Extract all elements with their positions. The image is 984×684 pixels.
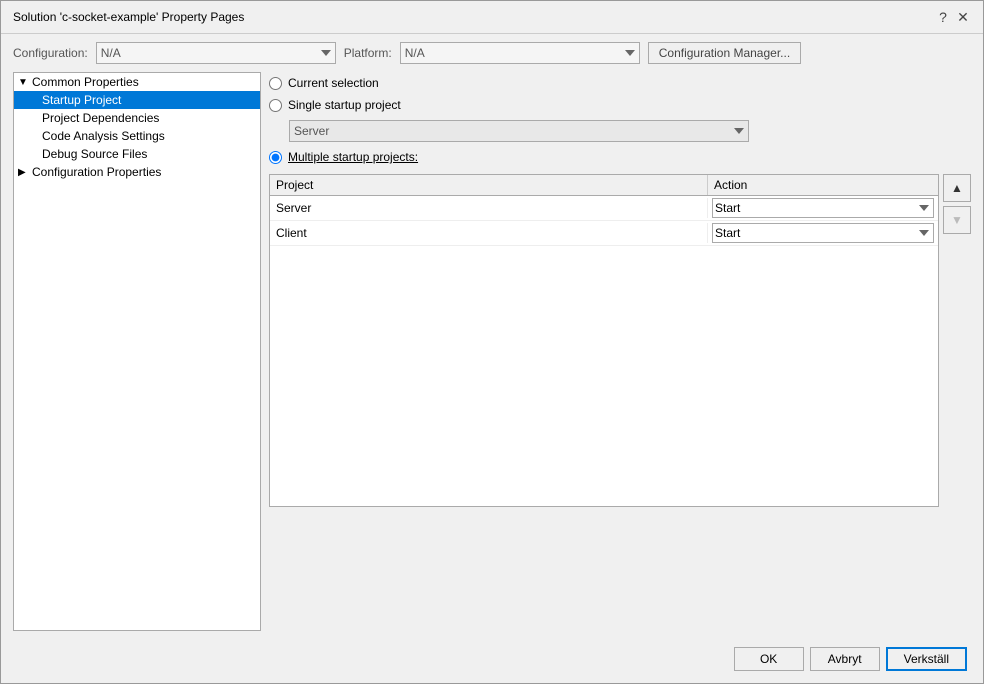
- help-button[interactable]: ?: [935, 9, 951, 25]
- collapse-arrow-icon: ▼: [18, 77, 32, 88]
- action-client: Start None Start without debugging: [708, 221, 938, 245]
- current-selection-radio[interactable]: [269, 77, 282, 90]
- title-bar: Solution 'c-socket-example' Property Pag…: [1, 1, 983, 34]
- footer: OK Avbryt Verkställ: [1, 639, 983, 683]
- multiple-startup-text: ultiple startup projects:: [298, 150, 418, 164]
- cancel-button[interactable]: Avbryt: [810, 647, 880, 671]
- configuration-select[interactable]: N/A: [96, 42, 336, 64]
- debug-source-files-label: Debug Source Files: [42, 147, 147, 161]
- right-panel: Current selection Single startup project…: [269, 72, 971, 631]
- col-project-header: Project: [270, 175, 708, 195]
- tree-panel: ▼ Common Properties Startup Project Proj…: [13, 72, 261, 631]
- platform-select[interactable]: N/A: [400, 42, 640, 64]
- tree-item-code-analysis-settings[interactable]: Code Analysis Settings: [14, 127, 260, 145]
- projects-table: Project Action Server Start None Start w…: [269, 174, 939, 507]
- tree-item-common-properties[interactable]: ▼ Common Properties: [14, 73, 260, 91]
- tree-item-startup-project[interactable]: Startup Project: [14, 91, 260, 109]
- tree-item-debug-source-files[interactable]: Debug Source Files: [14, 145, 260, 163]
- single-startup-row: Single startup project: [269, 98, 971, 112]
- project-server: Server: [270, 198, 708, 218]
- property-pages-dialog: Solution 'c-socket-example' Property Pag…: [0, 0, 984, 684]
- dialog-title: Solution 'c-socket-example' Property Pag…: [13, 10, 244, 24]
- close-button[interactable]: ✕: [955, 9, 971, 25]
- platform-label: Platform:: [344, 46, 392, 60]
- expand-arrow-icon: ▶: [18, 167, 32, 178]
- tree-item-project-dependencies[interactable]: Project Dependencies: [14, 109, 260, 127]
- action-select-server[interactable]: Start None Start without debugging: [712, 198, 934, 218]
- table-header: Project Action: [270, 175, 938, 196]
- apply-button[interactable]: Verkställ: [886, 647, 967, 671]
- title-bar-buttons: ? ✕: [935, 9, 971, 25]
- single-project-row: Server: [269, 120, 971, 142]
- project-dependencies-label: Project Dependencies: [42, 111, 159, 125]
- common-properties-label: Common Properties: [32, 75, 139, 89]
- table-row-client: Client Start None Start without debuggin…: [270, 221, 938, 246]
- action-server: Start None Start without debugging: [708, 196, 938, 220]
- arrow-down-icon: ▼: [951, 213, 963, 227]
- current-selection-label[interactable]: Current selection: [288, 76, 379, 90]
- main-content: ▼ Common Properties Startup Project Proj…: [1, 72, 983, 639]
- single-startup-label[interactable]: Single startup project: [288, 98, 401, 112]
- action-select-client[interactable]: Start None Start without debugging: [712, 223, 934, 243]
- single-project-select[interactable]: Server: [289, 120, 749, 142]
- col-action-header: Action: [708, 175, 938, 195]
- tree-item-configuration-properties[interactable]: ▶ Configuration Properties: [14, 163, 260, 181]
- move-up-button[interactable]: ▲: [943, 174, 971, 202]
- move-down-button[interactable]: ▼: [943, 206, 971, 234]
- arrow-buttons: ▲ ▼: [943, 174, 971, 507]
- arrow-up-icon: ▲: [951, 181, 963, 195]
- configuration-properties-label: Configuration Properties: [32, 165, 161, 179]
- single-startup-radio[interactable]: [269, 99, 282, 112]
- configuration-label: Configuration:: [13, 46, 88, 60]
- multiple-startup-label[interactable]: Multiple startup projects:: [288, 150, 418, 164]
- startup-options: Current selection Single startup project…: [269, 76, 971, 164]
- table-filler: [270, 246, 938, 506]
- config-bar: Configuration: N/A Platform: N/A Configu…: [1, 34, 983, 72]
- project-client: Client: [270, 223, 708, 243]
- startup-project-label: Startup Project: [42, 93, 121, 107]
- current-selection-row: Current selection: [269, 76, 971, 90]
- projects-table-container: Project Action Server Start None Start w…: [269, 174, 971, 507]
- table-row-server: Server Start None Start without debuggin…: [270, 196, 938, 221]
- configuration-manager-button[interactable]: Configuration Manager...: [648, 42, 801, 64]
- code-analysis-settings-label: Code Analysis Settings: [42, 129, 165, 143]
- multiple-startup-row: Multiple startup projects:: [269, 150, 971, 164]
- ok-button[interactable]: OK: [734, 647, 804, 671]
- multiple-startup-radio[interactable]: [269, 151, 282, 164]
